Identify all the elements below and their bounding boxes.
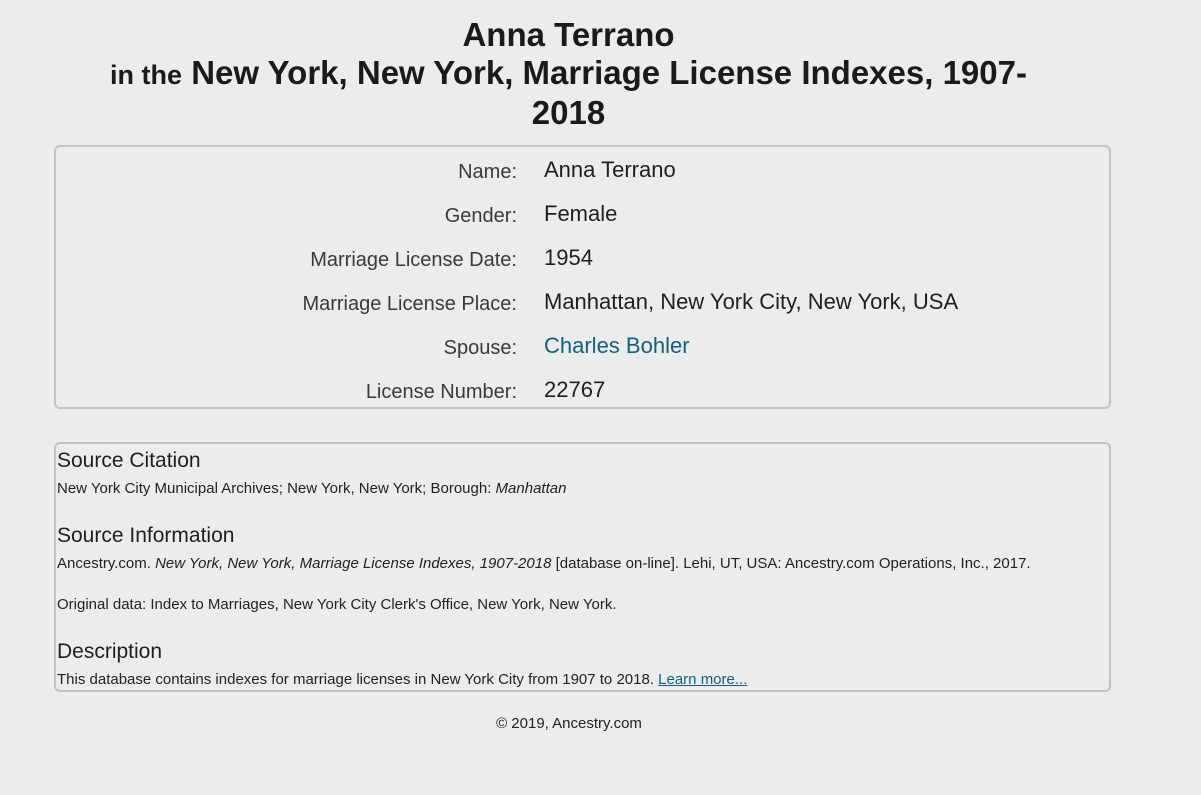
record-row-marriage-place: Marriage License Place: Manhattan, New Y… <box>56 289 1109 319</box>
collection-name: New York, New York, Marriage License Ind… <box>191 54 1027 91</box>
source-panel: Source Citation New York City Municipal … <box>54 442 1111 692</box>
record-label: License Number: <box>365 381 517 403</box>
record-value: Manhattan, New York City, New York, USA <box>544 289 959 314</box>
record-value: 22767 <box>544 377 606 402</box>
record-page: Anna Terrano in the New York, New York, … <box>0 0 1201 795</box>
record-value: Female <box>544 201 618 226</box>
record-value: 1954 <box>544 245 593 270</box>
title-prefix: in the <box>110 60 183 90</box>
source-citation-text: New York City Municipal Archives; New Yo… <box>57 480 566 497</box>
spouse-link[interactable]: Charles Bohler <box>544 333 690 359</box>
record-row-gender: Gender: Female <box>56 201 1109 231</box>
record-label: Gender: <box>444 205 517 227</box>
info-prefix: Ancestry.com. <box>57 555 156 572</box>
record-row-name: Name: Anna Terrano <box>56 157 1109 187</box>
source-citation-heading: Source Citation <box>57 449 201 472</box>
record-row-spouse: Spouse: Charles Bohler <box>56 333 1109 363</box>
record-label: Marriage License Date: <box>310 249 517 271</box>
source-information-heading: Source Information <box>57 524 235 547</box>
collection-title: in the New York, New York, Marriage Lice… <box>55 54 1082 94</box>
description-text: This database contains indexes for marri… <box>57 671 747 688</box>
learn-more-link[interactable]: Learn more... <box>658 671 747 688</box>
footer-copyright: © 2019, Ancestry.com <box>496 715 642 732</box>
description-heading: Description <box>57 640 163 663</box>
page-title: Anna Terrano in the New York, New York, … <box>55 16 1082 132</box>
record-label: Marriage License Place: <box>302 293 517 315</box>
record-label: Name: <box>458 161 517 183</box>
info-title: New York, New York, Marriage License Ind… <box>155 555 552 572</box>
person-name-title: Anna Terrano <box>462 16 675 53</box>
record-row-marriage-date: Marriage License Date: 1954 <box>56 245 1109 275</box>
description-body: This database contains indexes for marri… <box>57 671 659 688</box>
record-row-license-number: License Number: 22767 <box>56 377 1109 407</box>
collection-title-end: 2018 <box>531 94 606 131</box>
record-value: Anna Terrano <box>544 157 676 182</box>
source-information-text: Ancestry.com. New York, New York, Marria… <box>57 555 1031 572</box>
record-label: Spouse: <box>443 337 517 359</box>
record-details-panel: Name: Anna Terrano Gender: Female Marria… <box>54 145 1111 409</box>
citation-text: New York City Municipal Archives; New Yo… <box>57 480 496 497</box>
citation-borough: Manhattan <box>495 480 567 497</box>
info-suffix: [database on-line]. Lehi, UT, USA: Ances… <box>551 555 1031 572</box>
original-data-text: Original data: Index to Marriages, New Y… <box>57 596 617 613</box>
